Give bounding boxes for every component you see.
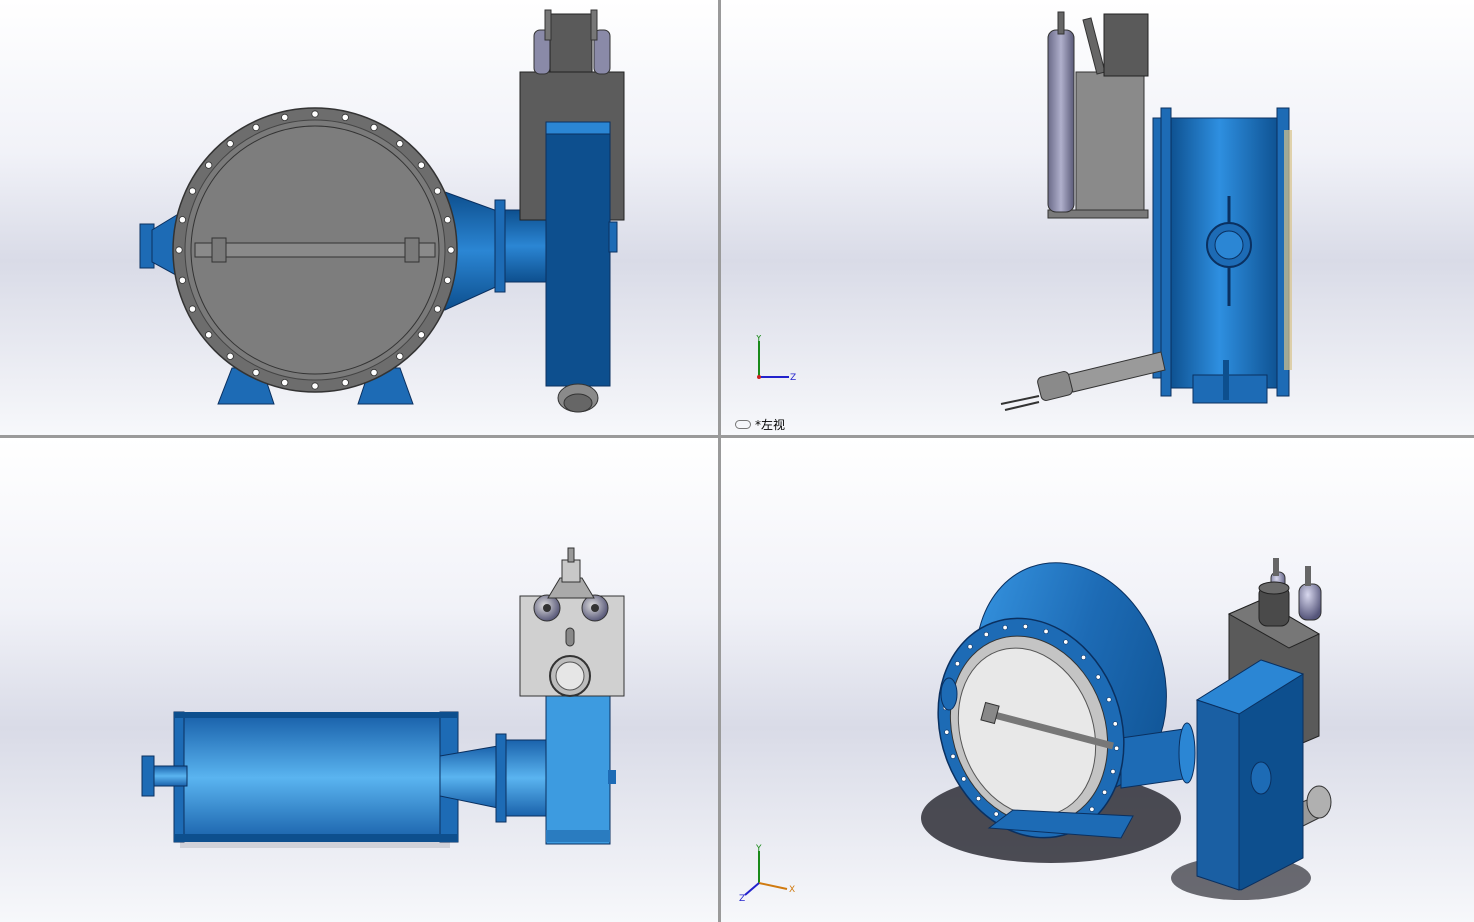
valve-model-front[interactable] bbox=[0, 0, 718, 435]
flange-bolt-hole bbox=[281, 378, 289, 387]
valve-model-top[interactable] bbox=[0, 438, 718, 922]
flange-bolt-hole bbox=[205, 161, 213, 169]
flange-bolt-hole bbox=[281, 113, 289, 122]
flange-bolt-hole bbox=[311, 382, 319, 390]
axis-x-label-iso: X bbox=[789, 885, 795, 895]
front-viewport[interactable] bbox=[0, 0, 718, 435]
flange-bolt-hole bbox=[417, 331, 425, 339]
flange-bolt-hole bbox=[954, 661, 960, 667]
flange-bolt-hole bbox=[1114, 745, 1120, 751]
flange-bolt-hole bbox=[443, 276, 452, 284]
flange-bolt-hole bbox=[433, 305, 442, 313]
flange-bolt-hole bbox=[205, 331, 213, 339]
flange-bolt-hole bbox=[993, 811, 999, 817]
flange-bolt-hole bbox=[1081, 654, 1087, 660]
flange-bolt-hole bbox=[341, 113, 349, 122]
valve-model-left[interactable] bbox=[721, 0, 1474, 435]
flange-bolt-hole bbox=[1102, 789, 1108, 795]
flange-bolt-hole bbox=[1063, 639, 1069, 645]
axis-z-label: Z bbox=[790, 373, 796, 383]
top-viewport[interactable] bbox=[0, 438, 718, 922]
flange-bolt-hole bbox=[370, 368, 378, 377]
flange-bolt-hole bbox=[983, 631, 989, 637]
flange-bolt-hole bbox=[1110, 769, 1116, 775]
flange-bolt-hole bbox=[226, 140, 234, 148]
flange-bolt-hole bbox=[311, 110, 319, 118]
isometric-viewport[interactable]: Y X Z bbox=[721, 438, 1474, 922]
flange-bolt-hole bbox=[944, 729, 950, 735]
link-views-icon[interactable] bbox=[735, 420, 751, 429]
flange-bolt-hole bbox=[226, 352, 234, 360]
flange-bolt-hole bbox=[443, 216, 452, 224]
flange-bolt-hole bbox=[1112, 721, 1118, 727]
axis-triad-icon-iso: Y X Z bbox=[739, 844, 795, 903]
flange-bolt-hole bbox=[1095, 674, 1101, 680]
axis-y-label-iso: Y bbox=[755, 844, 762, 854]
flange-bolt-hole bbox=[175, 246, 183, 254]
flange-bolt-hole bbox=[447, 246, 455, 254]
flange-bolt-hole bbox=[396, 140, 404, 148]
flange-bolt-hole bbox=[341, 378, 349, 387]
flange-bolt-hole bbox=[975, 796, 981, 802]
flange-bolt-hole bbox=[396, 352, 404, 360]
view-name-text: *左视 bbox=[755, 418, 786, 432]
flange-bolt-hole bbox=[188, 187, 197, 195]
flange-bolt-hole bbox=[188, 305, 197, 313]
flange-bolt-hole bbox=[1002, 625, 1008, 631]
flange-bolt-hole bbox=[950, 753, 956, 759]
axis-z-label-iso: Z bbox=[739, 894, 745, 903]
axis-triad-icon: Y Z bbox=[755, 335, 796, 383]
flange-bolt-hole bbox=[370, 123, 378, 132]
flange-bolt-hole bbox=[178, 216, 187, 224]
flange-bolt-hole bbox=[1043, 628, 1049, 634]
flange-bolt-hole bbox=[178, 276, 187, 284]
flange-bolt-hole bbox=[252, 368, 260, 377]
flange-bolt-hole bbox=[1022, 624, 1028, 630]
flange-bolt-hole bbox=[1089, 806, 1095, 812]
flange-bolt-hole bbox=[1106, 697, 1112, 703]
left-viewport[interactable]: Y Z *左视 bbox=[721, 0, 1474, 435]
flange-bolt-hole bbox=[252, 123, 260, 132]
flange-bolt-hole bbox=[417, 161, 425, 169]
flange-bolt-hole bbox=[967, 644, 973, 650]
axis-y-label: Y bbox=[755, 335, 762, 344]
view-orientation-label: *左视 bbox=[735, 416, 785, 433]
flange-bolt-hole bbox=[433, 187, 442, 195]
flange-bolt-hole bbox=[961, 776, 967, 782]
valve-model-isometric[interactable] bbox=[721, 438, 1474, 922]
